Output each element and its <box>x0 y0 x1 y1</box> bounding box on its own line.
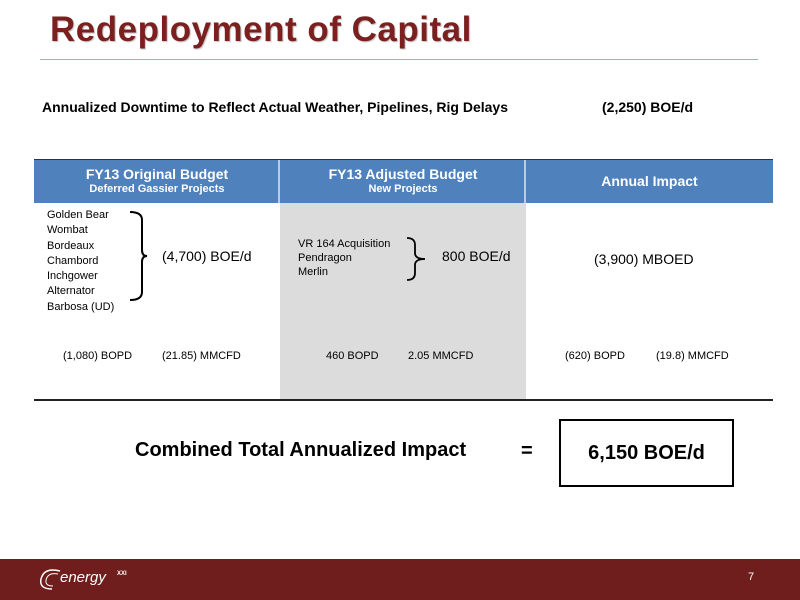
logo-text: energy <box>60 569 106 586</box>
header-original-title: FY13 Original Budget <box>85 166 229 182</box>
company-logo: energy XXI <box>38 565 138 595</box>
deferred-total-value: (4,700) BOE/d <box>162 248 252 264</box>
footer-bar: energy XXI 7 <box>0 559 800 600</box>
title-divider <box>40 59 758 60</box>
header-adjusted-subtitle: New Projects <box>368 183 438 195</box>
original-bopd: (1,080) BOPD <box>63 350 133 362</box>
list-item: VR 164 Acquisition <box>298 238 391 250</box>
combined-total-label: Combined Total Annualized Impact <box>135 439 467 461</box>
header-annual-impact: Annual Impact <box>526 160 773 203</box>
list-item: Alternator <box>47 285 95 298</box>
combined-total-box: 6,150 BOE/d <box>559 419 734 487</box>
header-original-budget: FY13 Original Budget Deferred Gassier Pr… <box>34 160 280 203</box>
list-item: Bordeaux <box>47 239 95 252</box>
new-projects-total-value: 800 BOE/d <box>442 248 511 264</box>
list-item: Pendragon <box>298 252 352 264</box>
adjusted-budget-column-shade <box>280 203 526 399</box>
downtime-label: Annualized Downtime to Reflect Actual We… <box>42 99 508 115</box>
original-mmcfd: (21.85) MMCFD <box>162 350 241 362</box>
list-item: Wombat <box>47 224 88 237</box>
combined-total-value: 6,150 BOE/d <box>588 441 705 464</box>
header-adjusted-budget: FY13 Adjusted Budget New Projects <box>280 160 526 203</box>
list-item: Barbosa (UD) <box>47 300 115 313</box>
adjusted-bopd: 460 BOPD <box>326 350 379 362</box>
equals-sign: = <box>521 440 533 462</box>
new-projects-list: VR 164 Acquisition Pendragon Merlin <box>298 237 390 279</box>
list-item: Golden Bear <box>47 209 109 221</box>
list-item: Merlin <box>298 266 328 278</box>
logo-superscript: XXI <box>117 571 127 577</box>
slide-title: Redeployment of Capital <box>50 10 472 49</box>
header-impact-title: Annual Impact <box>601 173 698 189</box>
deferred-projects-list: Golden Bear Wombat Bordeaux Chambord Inc… <box>47 208 114 315</box>
list-item: Chambord <box>47 254 99 267</box>
impact-mmcfd: (19.8) MMCFD <box>656 350 729 362</box>
downtime-value: (2,250) BOE/d <box>602 99 694 115</box>
annual-impact-value: (3,900) MBOED <box>594 251 694 267</box>
impact-bopd: (620) BOPD <box>565 350 625 362</box>
table-bottom-border <box>34 399 773 401</box>
logo-swoosh-icon <box>39 569 61 590</box>
curly-brace-icon <box>406 237 426 281</box>
page-number: 7 <box>748 571 755 583</box>
list-item: Inchgower <box>47 270 98 283</box>
adjusted-mmcfd: 2.05 MMCFD <box>408 350 474 362</box>
header-adjusted-title: FY13 Adjusted Budget <box>328 166 478 182</box>
right-bracket-icon <box>129 211 148 301</box>
header-original-subtitle: Deferred Gassier Projects <box>89 183 225 195</box>
